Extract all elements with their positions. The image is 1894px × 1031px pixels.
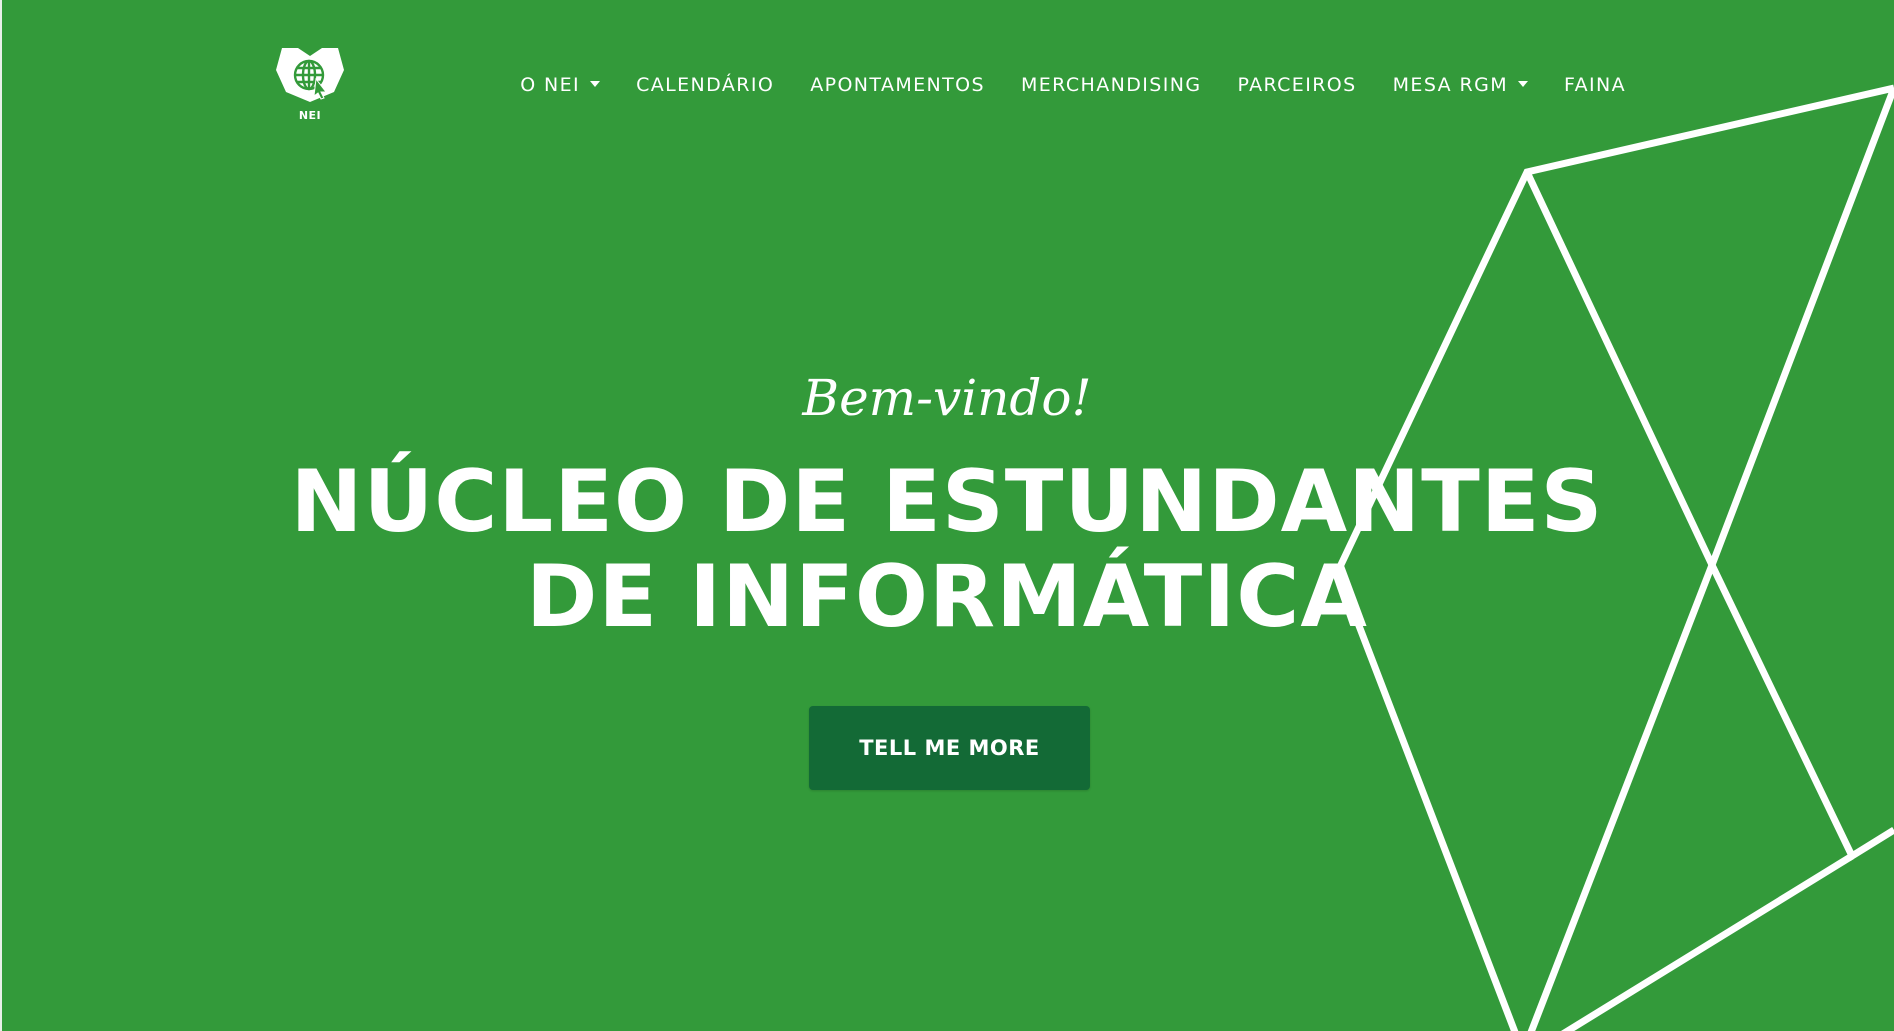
nav-item-faina[interactable]: FAINA	[1546, 70, 1626, 100]
nav-item-mesa-rgm[interactable]: MESA RGM	[1375, 70, 1546, 100]
hero-title-line-1: NÚCLEO DE ESTUNDANTES	[290, 452, 1604, 552]
brand-logo-text: NEI	[298, 109, 322, 122]
nav-item-parceiros[interactable]: PARCEIROS	[1219, 70, 1374, 100]
nav-item-o-nei[interactable]: O NEI	[502, 70, 618, 100]
brand-logo[interactable]: NEI	[274, 44, 346, 130]
caret-down-icon	[1518, 81, 1528, 87]
hero-title-line-2: DE INFORMÁTICA	[526, 547, 1368, 647]
nav-item-label: MERCHANDISING	[1020, 74, 1202, 96]
nav-item-label: O NEI	[520, 74, 581, 96]
nav-item-calendario[interactable]: CALENDÁRIO	[618, 70, 792, 100]
nav-item-label: MESA RGM	[1392, 74, 1508, 96]
hero-title: NÚCLEO DE ESTUNDANTES DE INFORMÁTICA	[0, 455, 1894, 645]
caret-down-icon	[590, 81, 601, 87]
nav-item-label: CALENDÁRIO	[636, 74, 775, 96]
nav-item-apontamentos[interactable]: APONTAMENTOS	[792, 70, 1003, 100]
hero-subtitle: Bem-vindo!	[802, 369, 1092, 427]
tell-me-more-button[interactable]: TELL ME MORE	[809, 706, 1090, 790]
main-navbar: NEI O NEI CALENDÁRIO APONTAMENTOS MERCHA…	[0, 0, 1894, 170]
nav-item-label: PARCEIROS	[1237, 74, 1357, 96]
logo-shield-icon	[276, 48, 344, 102]
nav-menu: O NEI CALENDÁRIO APONTAMENTOS MERCHANDIS…	[502, 70, 1626, 100]
nav-item-label: APONTAMENTOS	[810, 74, 985, 96]
nav-item-label: FAINA	[1564, 74, 1626, 96]
hero-section: NEI O NEI CALENDÁRIO APONTAMENTOS MERCHA…	[0, 0, 1894, 1031]
nav-item-merchandising[interactable]: MERCHANDISING	[1003, 70, 1219, 100]
